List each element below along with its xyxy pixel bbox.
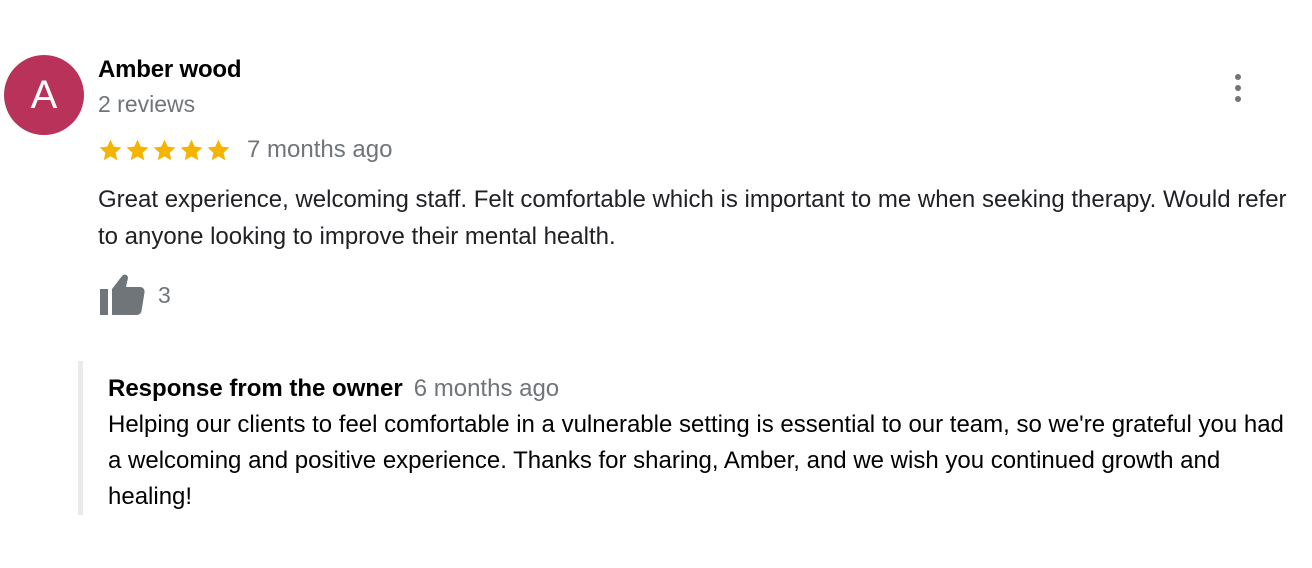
like-row: 3 <box>98 273 171 317</box>
like-button[interactable]: 3 <box>98 273 171 317</box>
star-rating <box>98 138 231 163</box>
rating-row: 7 months ago <box>98 134 392 166</box>
more-vert-icon-dot <box>1235 85 1241 91</box>
reviewer-review-count[interactable]: 2 reviews <box>98 91 195 118</box>
star-icon <box>180 139 203 160</box>
star-icon <box>126 139 149 160</box>
star-icon <box>99 139 122 160</box>
more-vert-icon-dot <box>1235 96 1241 102</box>
owner-response-date: 6 months ago <box>413 375 560 402</box>
avatar[interactable]: A <box>4 55 84 135</box>
star-icon <box>207 139 230 160</box>
review-date: 7 months ago <box>247 136 393 163</box>
like-count: 3 <box>158 281 171 308</box>
thumbs-up-icon <box>100 274 145 315</box>
owner-response-label: Response from the owner <box>108 375 403 402</box>
avatar-initial: A <box>30 73 58 117</box>
reviewer-name[interactable]: Amber wood <box>98 56 242 84</box>
owner-response-text: Helping our clients to feel comfortable … <box>108 411 1284 510</box>
owner-response-header: Response from the owner 6 months ago <box>108 375 559 403</box>
owner-response: Response from the owner 6 months ago Hel… <box>78 361 1303 515</box>
more-options-button[interactable] <box>1222 68 1254 108</box>
more-vert-icon <box>1235 74 1241 80</box>
star-icon <box>153 139 176 160</box>
review-card: A Amber wood 2 reviews 7 months ago Grea… <box>0 0 1312 568</box>
review-text: Great experience, welcoming staff. Felt … <box>98 186 1287 250</box>
